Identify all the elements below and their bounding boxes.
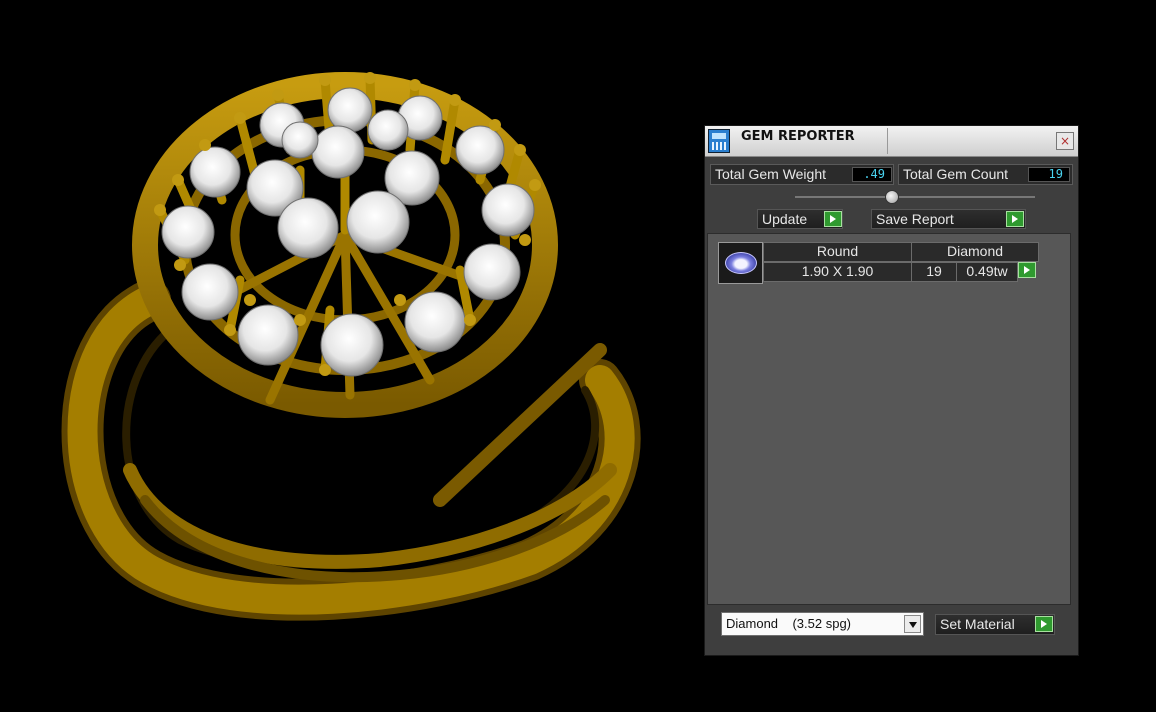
set-material-label: Set Material <box>940 616 1015 632</box>
total-gem-weight-value: .49 <box>852 167 892 182</box>
total-gem-count: Total Gem Count 19 <box>898 164 1073 185</box>
play-icon <box>1006 211 1024 227</box>
total-gem-weight-label: Total Gem Weight <box>715 166 827 182</box>
gem-weight-cell: 0.49tw <box>956 262 1018 282</box>
close-icon[interactable]: × <box>1056 132 1074 150</box>
gem-material-cell: Diamond <box>911 242 1039 262</box>
round-gem-icon[interactable] <box>718 242 763 284</box>
total-gem-weight: Total Gem Weight .49 <box>710 164 894 185</box>
material-selected-value: Diamond (3.52 spg) <box>726 616 852 631</box>
total-gem-count-label: Total Gem Count <box>903 166 1009 182</box>
save-report-label: Save Report <box>876 211 954 227</box>
gem-reporter-icon <box>708 129 730 153</box>
gem-thumbnail-shape <box>725 252 757 274</box>
gem-count-cell: 19 <box>911 262 957 282</box>
total-gem-count-value: 19 <box>1028 167 1070 182</box>
play-icon <box>1035 616 1053 632</box>
set-material-button[interactable]: Set Material <box>935 614 1055 635</box>
save-report-button[interactable]: Save Report <box>871 209 1026 229</box>
window-title: GEM REPORTER <box>741 129 855 144</box>
title-divider <box>887 128 888 154</box>
gem-reporter-panel: GEM REPORTER × Total Gem Weight .49 Tota… <box>704 125 1079 656</box>
chevron-down-icon[interactable] <box>904 615 921 633</box>
gem-list: Round Diamond 1.90 X 1.90 19 0.49tw <box>707 233 1071 605</box>
gem-size-cell: 1.90 X 1.90 <box>763 262 912 282</box>
update-button[interactable]: Update <box>757 209 843 229</box>
3d-viewport[interactable] <box>0 0 700 708</box>
gem-shape-cell: Round <box>763 242 912 262</box>
title-bar[interactable]: GEM REPORTER × <box>705 126 1078 157</box>
slider-handle[interactable] <box>885 190 899 204</box>
ring-render <box>61 72 641 621</box>
play-icon <box>824 211 842 227</box>
update-label: Update <box>762 211 808 227</box>
slider-track[interactable] <box>795 196 1035 198</box>
material-dropdown[interactable]: Diamond (3.52 spg) <box>721 612 924 636</box>
row-play-icon[interactable] <box>1018 262 1036 278</box>
